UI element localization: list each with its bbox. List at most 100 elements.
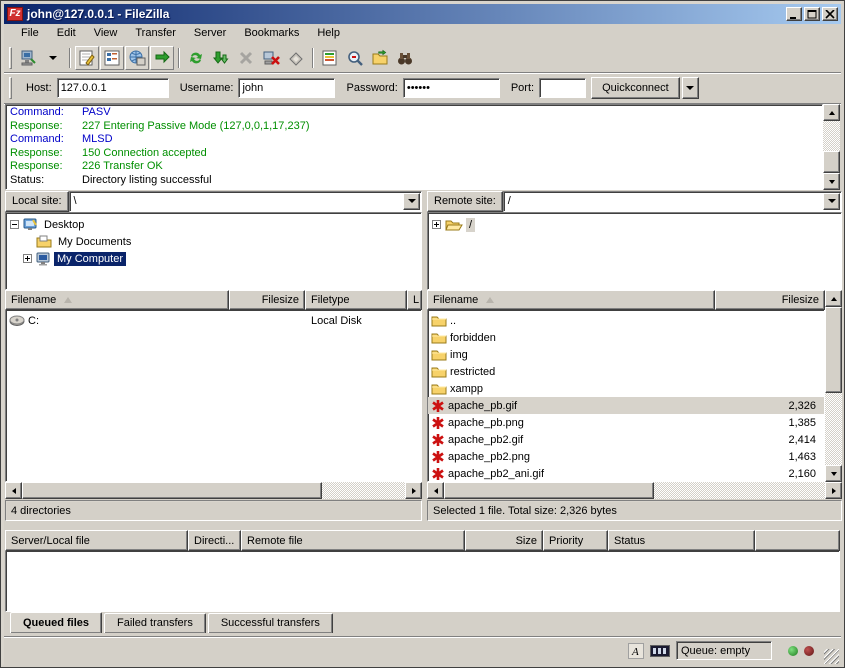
tree-item-root[interactable]: / <box>432 216 841 233</box>
menu-view[interactable]: View <box>85 25 127 41</box>
column-filesize[interactable]: Filesize <box>229 290 305 310</box>
horizontal-splitter[interactable] <box>4 522 841 530</box>
title-bar[interactable]: Fz john@127.0.0.1 - FileZilla <box>4 4 841 24</box>
remote-horizontal-scrollbar[interactable] <box>427 482 842 499</box>
local-site-dropdown[interactable] <box>403 193 420 210</box>
find-button[interactable] <box>393 46 417 70</box>
file-row[interactable]: apache_pb.gif 2,326 <box>428 397 824 414</box>
refresh-button[interactable] <box>184 46 208 70</box>
menu-transfer[interactable]: Transfer <box>126 25 185 41</box>
scrollbar-track[interactable] <box>654 482 825 499</box>
menu-server[interactable]: Server <box>185 25 235 41</box>
minimize-button[interactable] <box>786 7 802 21</box>
menu-bookmarks[interactable]: Bookmarks <box>235 25 308 41</box>
tab-successful-transfers[interactable]: Successful transfers <box>208 613 333 633</box>
scroll-down-button[interactable] <box>823 173 840 190</box>
expand-icon[interactable] <box>432 220 441 229</box>
close-button[interactable] <box>822 7 838 21</box>
scrollbar-thumb[interactable] <box>22 482 322 499</box>
scroll-right-button[interactable] <box>405 482 422 499</box>
column-size[interactable]: Size <box>465 530 543 551</box>
local-horizontal-scrollbar[interactable] <box>5 482 422 499</box>
toolbar-grip[interactable] <box>9 47 12 69</box>
remote-site-dropdown[interactable] <box>823 193 840 210</box>
port-input[interactable] <box>539 78 586 98</box>
column-filetype[interactable]: Filetype <box>305 290 407 310</box>
menu-file[interactable]: File <box>12 25 48 41</box>
compare-button[interactable] <box>343 46 367 70</box>
column-remote-file[interactable]: Remote file <box>241 530 465 551</box>
tree-item-my-computer[interactable]: My Computer <box>10 250 421 267</box>
remote-list-body[interactable]: .. forbidden img restricted <box>427 310 825 482</box>
sync-browsing-button[interactable] <box>368 46 392 70</box>
file-row[interactable]: apache_pb2.gif 2,414 <box>428 431 824 448</box>
remote-directory-tree[interactable]: / <box>427 212 842 290</box>
scroll-right-button[interactable] <box>825 482 842 499</box>
folder-row[interactable]: restricted <box>428 363 824 380</box>
tree-item-desktop[interactable]: Desktop <box>10 216 421 233</box>
resize-grip[interactable] <box>824 649 839 664</box>
column-last-modified[interactable]: L <box>407 290 422 310</box>
scrollbar-thumb[interactable] <box>825 307 842 393</box>
remote-site-combobox[interactable]: / <box>503 191 842 212</box>
password-input[interactable] <box>403 78 500 98</box>
tree-label[interactable]: My Computer <box>54 252 126 266</box>
site-manager-dropdown[interactable] <box>41 46 65 70</box>
column-direction[interactable]: Directi... <box>188 530 241 551</box>
column-filename[interactable]: Filename <box>427 290 715 310</box>
process-queue-button[interactable] <box>209 46 233 70</box>
tree-label[interactable]: / <box>466 218 475 232</box>
site-manager-button[interactable] <box>16 46 40 70</box>
toggle-remote-tree-button[interactable] <box>125 46 149 70</box>
tab-queued-files[interactable]: Queued files <box>10 612 102 633</box>
username-input[interactable] <box>238 78 335 98</box>
queue-body[interactable] <box>5 551 840 612</box>
message-log-area[interactable]: Command:PASV Response:227 Entering Passi… <box>5 104 823 190</box>
toggle-log-button[interactable] <box>75 46 99 70</box>
filter-button[interactable] <box>318 46 342 70</box>
file-row[interactable]: apache_pb2.png 1,463 <box>428 448 824 465</box>
local-site-combobox[interactable]: \ <box>69 191 422 212</box>
scroll-up-button[interactable] <box>823 104 840 121</box>
disconnect-button[interactable] <box>259 46 283 70</box>
quickconnect-grip[interactable] <box>9 77 12 99</box>
scroll-up-button[interactable] <box>825 290 842 307</box>
local-list-body[interactable]: C: Local Disk <box>5 310 422 482</box>
column-server-local-file[interactable]: Server/Local file <box>5 530 188 551</box>
tab-failed-transfers[interactable]: Failed transfers <box>104 613 206 633</box>
tree-label[interactable]: My Documents <box>55 235 134 249</box>
collapse-icon[interactable] <box>10 220 19 229</box>
scrollbar-thumb[interactable] <box>444 482 654 499</box>
speed-limit-icon[interactable] <box>650 645 670 657</box>
scroll-down-button[interactable] <box>825 465 842 482</box>
folder-row[interactable]: img <box>428 346 824 363</box>
file-row[interactable]: apache_pb2_ani.gif 2,160 <box>428 465 824 482</box>
maximize-button[interactable] <box>804 7 820 21</box>
column-filesize[interactable]: Filesize <box>715 290 825 310</box>
toggle-queue-button[interactable] <box>150 46 174 70</box>
log-scrollbar[interactable] <box>823 104 840 190</box>
file-row[interactable]: apache_pb.png 1,385 <box>428 414 824 431</box>
scrollbar-track[interactable] <box>322 482 405 499</box>
scroll-left-button[interactable] <box>5 482 22 499</box>
scrollbar-thumb[interactable] <box>823 151 840 173</box>
remote-vertical-scrollbar[interactable] <box>825 290 842 482</box>
tree-item-my-documents[interactable]: My Documents <box>10 233 421 250</box>
reconnect-button[interactable] <box>284 46 308 70</box>
menu-edit[interactable]: Edit <box>48 25 85 41</box>
scroll-left-button[interactable] <box>427 482 444 499</box>
column-filename[interactable]: Filename <box>5 290 229 310</box>
expand-icon[interactable] <box>23 254 32 263</box>
local-directory-tree[interactable]: Desktop My Documents My Computer <box>5 212 422 290</box>
folder-row[interactable]: xampp <box>428 380 824 397</box>
host-input[interactable] <box>57 78 169 98</box>
quickconnect-dropdown[interactable] <box>682 77 699 99</box>
scrollbar-track[interactable] <box>823 121 840 151</box>
column-status[interactable]: Status <box>608 530 755 551</box>
transfer-type-icon[interactable]: A <box>628 643 644 659</box>
folder-row[interactable]: forbidden <box>428 329 824 346</box>
quickconnect-button[interactable]: Quickconnect <box>591 77 680 99</box>
column-priority[interactable]: Priority <box>543 530 608 551</box>
scrollbar-track[interactable] <box>825 393 842 465</box>
toggle-local-tree-button[interactable] <box>100 46 124 70</box>
